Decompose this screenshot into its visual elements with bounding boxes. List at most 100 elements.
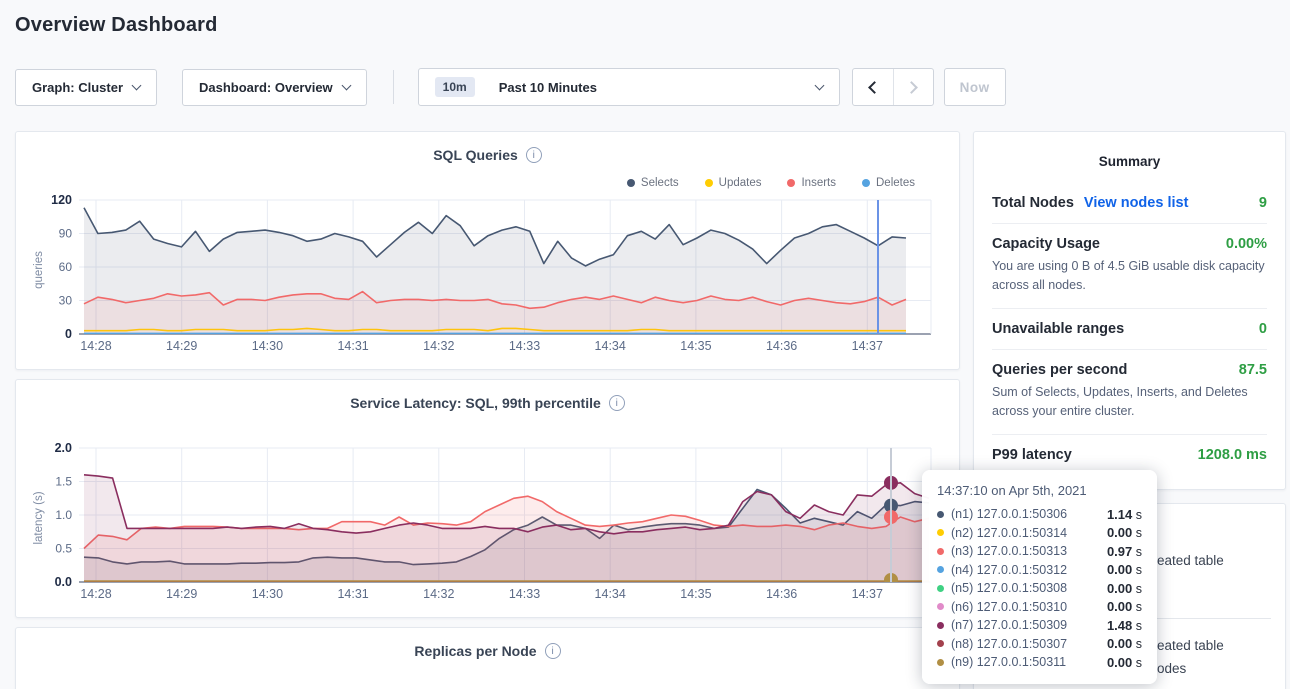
svg-text:14:34: 14:34	[595, 339, 626, 353]
svg-text:0.0: 0.0	[55, 575, 72, 589]
total-nodes-value: 9	[1259, 195, 1267, 211]
summary-row-qps: Queries per second 87.5 Sum of Selects, …	[992, 350, 1267, 435]
chevron-down-icon	[341, 80, 351, 90]
tooltip-node-list: (n1) 127.0.0.1:503061.14 s(n2) 127.0.0.1…	[937, 505, 1142, 672]
svg-text:14:30: 14:30	[252, 587, 283, 601]
svg-text:14:28: 14:28	[80, 339, 111, 353]
svg-text:14:32: 14:32	[423, 339, 454, 353]
svg-text:14:35: 14:35	[680, 339, 711, 353]
chart-title: Replicas per Node	[414, 643, 536, 659]
svg-text:14:32: 14:32	[423, 587, 454, 601]
event-item-fragment[interactable]: odes	[1157, 661, 1186, 676]
node-color-dot-icon	[937, 659, 944, 666]
svg-text:30: 30	[59, 294, 73, 308]
summary-panel: Summary Total Nodes View nodes list 9 Ca…	[973, 131, 1286, 490]
p99-latency-label: P99 latency	[992, 447, 1072, 463]
chevron-down-icon	[132, 80, 142, 90]
time-range-badge: 10m	[435, 77, 475, 97]
qps-label: Queries per second	[992, 362, 1127, 378]
capacity-value: 0.00%	[1226, 236, 1267, 252]
graph-scope-dropdown[interactable]: Graph: Cluster	[15, 69, 157, 106]
view-nodes-list-link[interactable]: View nodes list	[1084, 195, 1189, 211]
event-item-fragment[interactable]: eated table	[1157, 638, 1224, 653]
summary-row-p99: P99 latency 1208.0 ms	[992, 435, 1267, 475]
tooltip-row: (n2) 127.0.0.1:503140.00 s	[937, 524, 1142, 543]
summary-row-unavailable-ranges: Unavailable ranges 0	[992, 309, 1267, 350]
tooltip-row: (n1) 127.0.0.1:503061.14 s	[937, 505, 1142, 524]
svg-text:14:31: 14:31	[337, 587, 368, 601]
qps-value: 87.5	[1239, 362, 1267, 378]
total-nodes-label: Total Nodes	[992, 195, 1074, 211]
graph-scope-label: Graph: Cluster	[32, 80, 123, 95]
qps-subtext: Sum of Selects, Updates, Inserts, and De…	[992, 383, 1267, 422]
controls-divider	[393, 70, 394, 104]
node-color-dot-icon	[937, 603, 944, 610]
capacity-label: Capacity Usage	[992, 236, 1100, 252]
capacity-subtext: You are using 0 B of 4.5 GiB usable disk…	[992, 257, 1267, 296]
node-color-dot-icon	[937, 566, 944, 573]
svg-text:90: 90	[59, 227, 73, 241]
service-latency-plot[interactable]: 0.0 0.5 1.0 1.5 2.0 14:28 14:29 14:30 14:31 14:32…	[28, 442, 948, 602]
svg-text:1.0: 1.0	[55, 508, 72, 522]
legend-item[interactable]: Updates	[705, 177, 762, 189]
tooltip-row: (n4) 127.0.0.1:503120.00 s	[937, 561, 1142, 580]
info-icon[interactable]: i	[526, 147, 542, 163]
dashboard-label: Dashboard: Overview	[199, 80, 333, 95]
legend-dot-icon	[627, 179, 635, 187]
now-button[interactable]: Now	[944, 68, 1006, 106]
summary-heading: Summary	[992, 146, 1267, 183]
sql-queries-plot[interactable]: 030609012014:2814:2914:3014:3114:3214:33…	[28, 194, 948, 354]
svg-text:1.5: 1.5	[55, 475, 72, 489]
tooltip-row: (n9) 127.0.0.1:503110.00 s	[937, 653, 1142, 672]
tooltip-row: (n8) 127.0.0.1:503070.00 s	[937, 635, 1142, 654]
legend-item[interactable]: Deletes	[862, 177, 915, 189]
time-back-button[interactable]	[853, 69, 893, 105]
tooltip-timestamp: 14:37:10 on Apr 5th, 2021	[937, 483, 1142, 498]
node-color-dot-icon	[937, 622, 944, 629]
page-title: Overview Dashboard	[15, 14, 218, 37]
legend-dot-icon	[705, 179, 713, 187]
sql-queries-card: SQL Queries i SelectsUpdatesInsertsDelet…	[15, 131, 960, 370]
event-item-fragment[interactable]: eated table	[1157, 553, 1224, 568]
time-range-dropdown[interactable]: 10m Past 10 Minutes	[418, 68, 840, 106]
summary-row-capacity: Capacity Usage 0.00% You are using 0 B o…	[992, 224, 1267, 309]
chart-legend: Selects Updates Inserts Deletes	[627, 177, 915, 189]
legend-item[interactable]: Inserts	[787, 177, 836, 189]
svg-text:14:29: 14:29	[166, 339, 197, 353]
unavailable-ranges-value: 0	[1259, 321, 1267, 337]
svg-text:120: 120	[51, 194, 72, 207]
svg-text:14:36: 14:36	[766, 339, 797, 353]
tooltip-row: (n5) 127.0.0.1:503080.00 s	[937, 579, 1142, 598]
svg-text:2.0: 2.0	[55, 442, 72, 455]
time-range-label: Past 10 Minutes	[499, 80, 597, 95]
info-icon[interactable]: i	[609, 395, 625, 411]
svg-text:14:30: 14:30	[252, 339, 283, 353]
svg-text:latency (s): latency (s)	[33, 491, 45, 544]
legend-item[interactable]: Selects	[627, 177, 679, 189]
service-latency-card: Service Latency: SQL, 99th percentile i …	[15, 379, 960, 618]
chevron-right-icon	[905, 81, 918, 94]
dashboard-dropdown[interactable]: Dashboard: Overview	[182, 69, 367, 106]
svg-text:14:31: 14:31	[337, 339, 368, 353]
events-divider	[1157, 618, 1271, 619]
chart-title: Service Latency: SQL, 99th percentile	[350, 395, 601, 411]
unavailable-ranges-label: Unavailable ranges	[992, 321, 1124, 337]
svg-text:queries: queries	[33, 251, 45, 289]
info-icon[interactable]: i	[545, 643, 561, 659]
svg-text:14:33: 14:33	[509, 587, 540, 601]
node-color-dot-icon	[937, 640, 944, 647]
chevron-left-icon	[868, 81, 881, 94]
tooltip-row: (n6) 127.0.0.1:503100.00 s	[937, 598, 1142, 617]
time-forward-button[interactable]	[893, 69, 933, 105]
svg-text:14:35: 14:35	[680, 587, 711, 601]
svg-text:14:29: 14:29	[166, 587, 197, 601]
p99-latency-value: 1208.0 ms	[1198, 447, 1267, 463]
svg-text:14:34: 14:34	[595, 587, 626, 601]
svg-text:14:37: 14:37	[852, 339, 883, 353]
time-pager	[852, 68, 934, 106]
node-color-dot-icon	[937, 529, 944, 536]
svg-text:14:28: 14:28	[80, 587, 111, 601]
chevron-down-icon	[814, 80, 824, 90]
charts-column: SQL Queries i SelectsUpdatesInsertsDelet…	[15, 131, 960, 689]
svg-text:0.5: 0.5	[55, 542, 72, 556]
